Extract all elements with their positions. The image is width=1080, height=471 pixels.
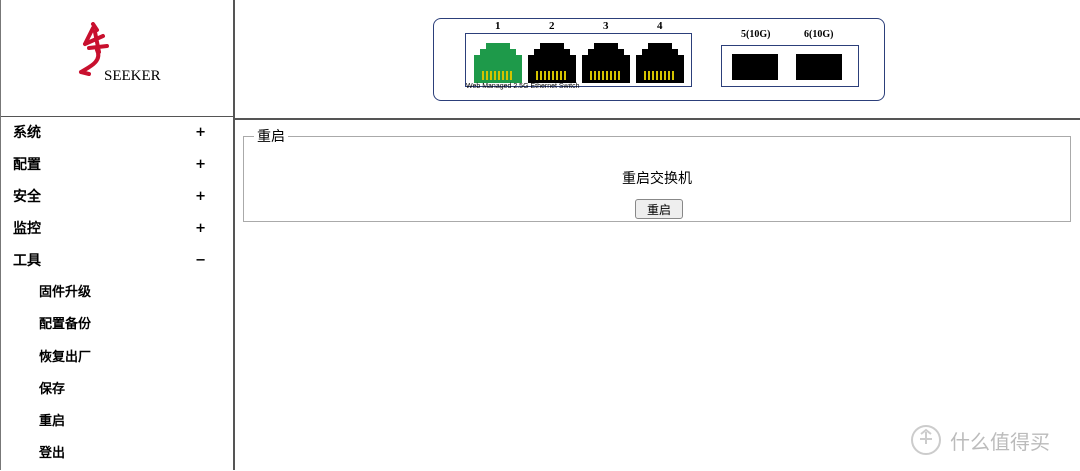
menu-item-system[interactable]: 系统 + (1, 117, 233, 149)
logo-text: SEEKER (104, 68, 161, 84)
submenu-factory-reset[interactable]: 恢复出厂 (1, 342, 233, 374)
nav-menu: 系统 + 配置 + 安全 + 监控 + 工具 − 固件升级 配置备份 恢复出厂 … (1, 116, 233, 471)
submenu-config-backup[interactable]: 配置备份 (1, 309, 233, 341)
sfp-port-icon-5[interactable] (732, 54, 778, 80)
expand-icon[interactable]: + (195, 181, 206, 213)
panel-title: 重启交换机 (622, 171, 692, 187)
sfp-port-label: 5(10G) (741, 29, 771, 40)
rj45-port-group (465, 33, 692, 87)
submenu-firmware-upgrade[interactable]: 固件升级 (1, 277, 233, 309)
rj45-port-icon-4[interactable] (636, 43, 684, 83)
reboot-panel: 重启 重启交换机 重启 (243, 126, 1071, 222)
expand-icon[interactable]: + (195, 213, 206, 245)
rj45-port-icon-3[interactable] (582, 43, 630, 83)
sfp-port-group (721, 45, 859, 87)
port-number: 3 (603, 20, 609, 32)
rj45-port-icon-1[interactable] (474, 43, 522, 83)
menu-item-label: 配置 (13, 157, 41, 173)
watermark-text: 什么值得买 (950, 430, 1050, 454)
expand-icon[interactable]: + (195, 117, 206, 149)
menu-item-tools[interactable]: 工具 − (1, 245, 233, 277)
submenu-save[interactable]: 保存 (1, 374, 233, 406)
sfp-port-icon-6[interactable] (796, 54, 842, 80)
menu-item-config[interactable]: 配置 + (1, 149, 233, 181)
port-number: 4 (657, 20, 663, 32)
sfp-port-label: 6(10G) (804, 29, 834, 40)
device-caption: Web Managed 2.5G Ethernet Switch (466, 83, 580, 90)
menu-item-label: 监控 (13, 221, 41, 237)
switch-front-panel: 1 2 3 4 Web Managed 2.5G Ethernet Switch… (433, 18, 885, 101)
menu-item-label: 系统 (13, 125, 41, 141)
collapse-icon[interactable]: − (195, 245, 206, 277)
menu-item-label: 工具 (13, 253, 41, 269)
reboot-button[interactable]: 重启 (635, 199, 683, 219)
header-divider (234, 118, 1080, 120)
rj45-port-icon-2[interactable] (528, 43, 576, 83)
expand-icon[interactable]: + (195, 149, 206, 181)
menu-item-security[interactable]: 安全 + (1, 181, 233, 213)
port-number: 1 (495, 20, 501, 32)
port-number: 2 (549, 20, 555, 32)
submenu-logout[interactable]: 登出 (1, 438, 233, 470)
menu-item-label: 安全 (13, 189, 41, 205)
sidebar: SEEKER 系统 + 配置 + 安全 + 监控 + 工具 − 固件升级 配置备… (0, 0, 235, 470)
watermark-logo-icon (911, 425, 941, 455)
panel-legend: 重启 (257, 129, 285, 145)
submenu-reboot[interactable]: 重启 (1, 406, 233, 438)
menu-item-monitor[interactable]: 监控 + (1, 213, 233, 245)
